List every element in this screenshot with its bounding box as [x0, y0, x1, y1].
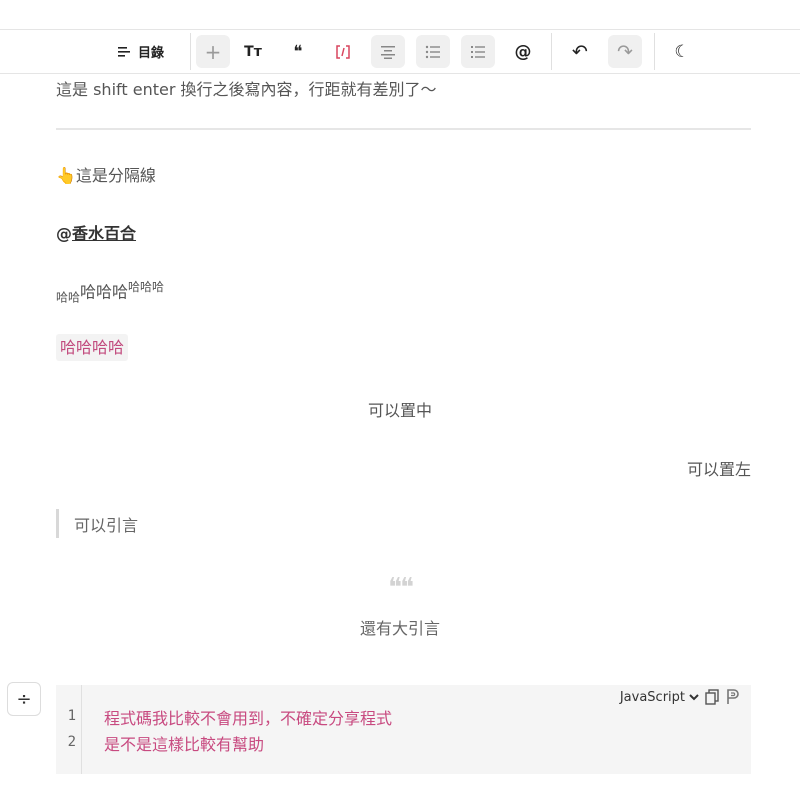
language-label: JavaScript	[619, 689, 685, 705]
quote-icon: ❝	[293, 41, 303, 62]
centered-text: 可以置中	[367, 401, 432, 420]
plus-icon: +	[204, 39, 222, 64]
undo-icon: ↶	[572, 40, 588, 63]
undo-button[interactable]: ↶	[563, 35, 597, 68]
pointing-up-icon: 👆	[56, 166, 76, 185]
chevron-down-icon	[689, 694, 699, 701]
divider-caption-text: 這是分隔線	[75, 166, 156, 185]
block-handle-button[interactable]: ÷	[7, 682, 41, 716]
big-quote-icon: ❝❝	[388, 573, 414, 603]
format-icon[interactable]	[725, 689, 739, 705]
highlight-line: 哈哈哈哈	[56, 334, 129, 361]
copy-icon[interactable]	[705, 689, 719, 705]
language-select[interactable]: JavaScript	[620, 690, 699, 705]
right-aligned-text: 可以置左	[686, 460, 751, 479]
bullet-list-button[interactable]	[416, 35, 450, 68]
toc-icon	[117, 46, 130, 57]
toolbar-separator	[551, 33, 552, 70]
redo-icon: ↷	[617, 40, 633, 63]
align-center-button[interactable]	[371, 35, 405, 68]
sub-sup-line: 哈哈哈哈哈哈哈哈	[56, 278, 164, 306]
editor-toolbar: 目錄 + Tт ❝ @ ↶ ↷ ☾	[0, 30, 800, 74]
horizontal-divider	[56, 128, 751, 130]
at-sign: @	[56, 224, 72, 243]
highlight-text: 哈哈哈哈	[56, 334, 129, 361]
normal-text: 哈哈哈	[80, 282, 129, 302]
code-line: 是不是這樣比較有幫助	[104, 735, 265, 754]
text-size-button[interactable]: Tт	[236, 35, 270, 68]
ordered-list-button[interactable]	[461, 35, 495, 68]
dark-mode-button[interactable]: ☾	[665, 35, 699, 68]
toc-button[interactable]: 目錄	[108, 35, 174, 68]
blockquote: 可以引言	[56, 509, 138, 538]
moon-icon: ☾	[674, 41, 690, 62]
text-size-icon: Tт	[244, 43, 262, 60]
insert-button[interactable]: +	[196, 35, 230, 68]
mention-icon: @	[514, 41, 532, 62]
big-quote-text: 還有大引言	[359, 619, 440, 638]
blockquote-text: 可以引言	[74, 515, 139, 535]
mention-chip[interactable]: @香水百合	[56, 220, 136, 244]
inline-code-icon	[336, 44, 350, 59]
code-block[interactable]: 1 2 程式碼我比較不會用到，不確定分享程式 是不是這樣比較有幫助 JavaSc…	[56, 685, 751, 774]
code-toolbar: JavaScript	[620, 689, 739, 705]
subscript-text: 哈哈	[56, 290, 81, 305]
toolbar-separator	[190, 33, 191, 70]
redo-button[interactable]: ↷	[608, 35, 642, 68]
code-line: 程式碼我比較不會用到，不確定分享程式	[104, 709, 393, 728]
ordered-list-icon	[471, 45, 485, 58]
paragraph-line: 這是 shift enter 換行之後寫內容，行距就有差別了～	[56, 80, 437, 99]
inline-code-button[interactable]	[326, 35, 360, 68]
quote-button[interactable]: ❝	[281, 35, 315, 68]
toc-label: 目錄	[137, 46, 164, 61]
mention-name: 香水百合	[72, 224, 137, 243]
divider-caption: 👆這是分隔線	[56, 162, 156, 186]
bullet-list-icon	[425, 45, 440, 58]
line-number: 2	[67, 734, 76, 750]
line-number: 1	[67, 708, 76, 724]
block-handle-icon: ÷	[16, 688, 32, 710]
superscript-text: 哈哈哈	[128, 280, 165, 294]
mention-button[interactable]: @	[506, 35, 540, 68]
align-center-icon	[381, 45, 395, 59]
code-gutter: 1 2	[56, 685, 82, 774]
toolbar-separator	[654, 33, 655, 70]
